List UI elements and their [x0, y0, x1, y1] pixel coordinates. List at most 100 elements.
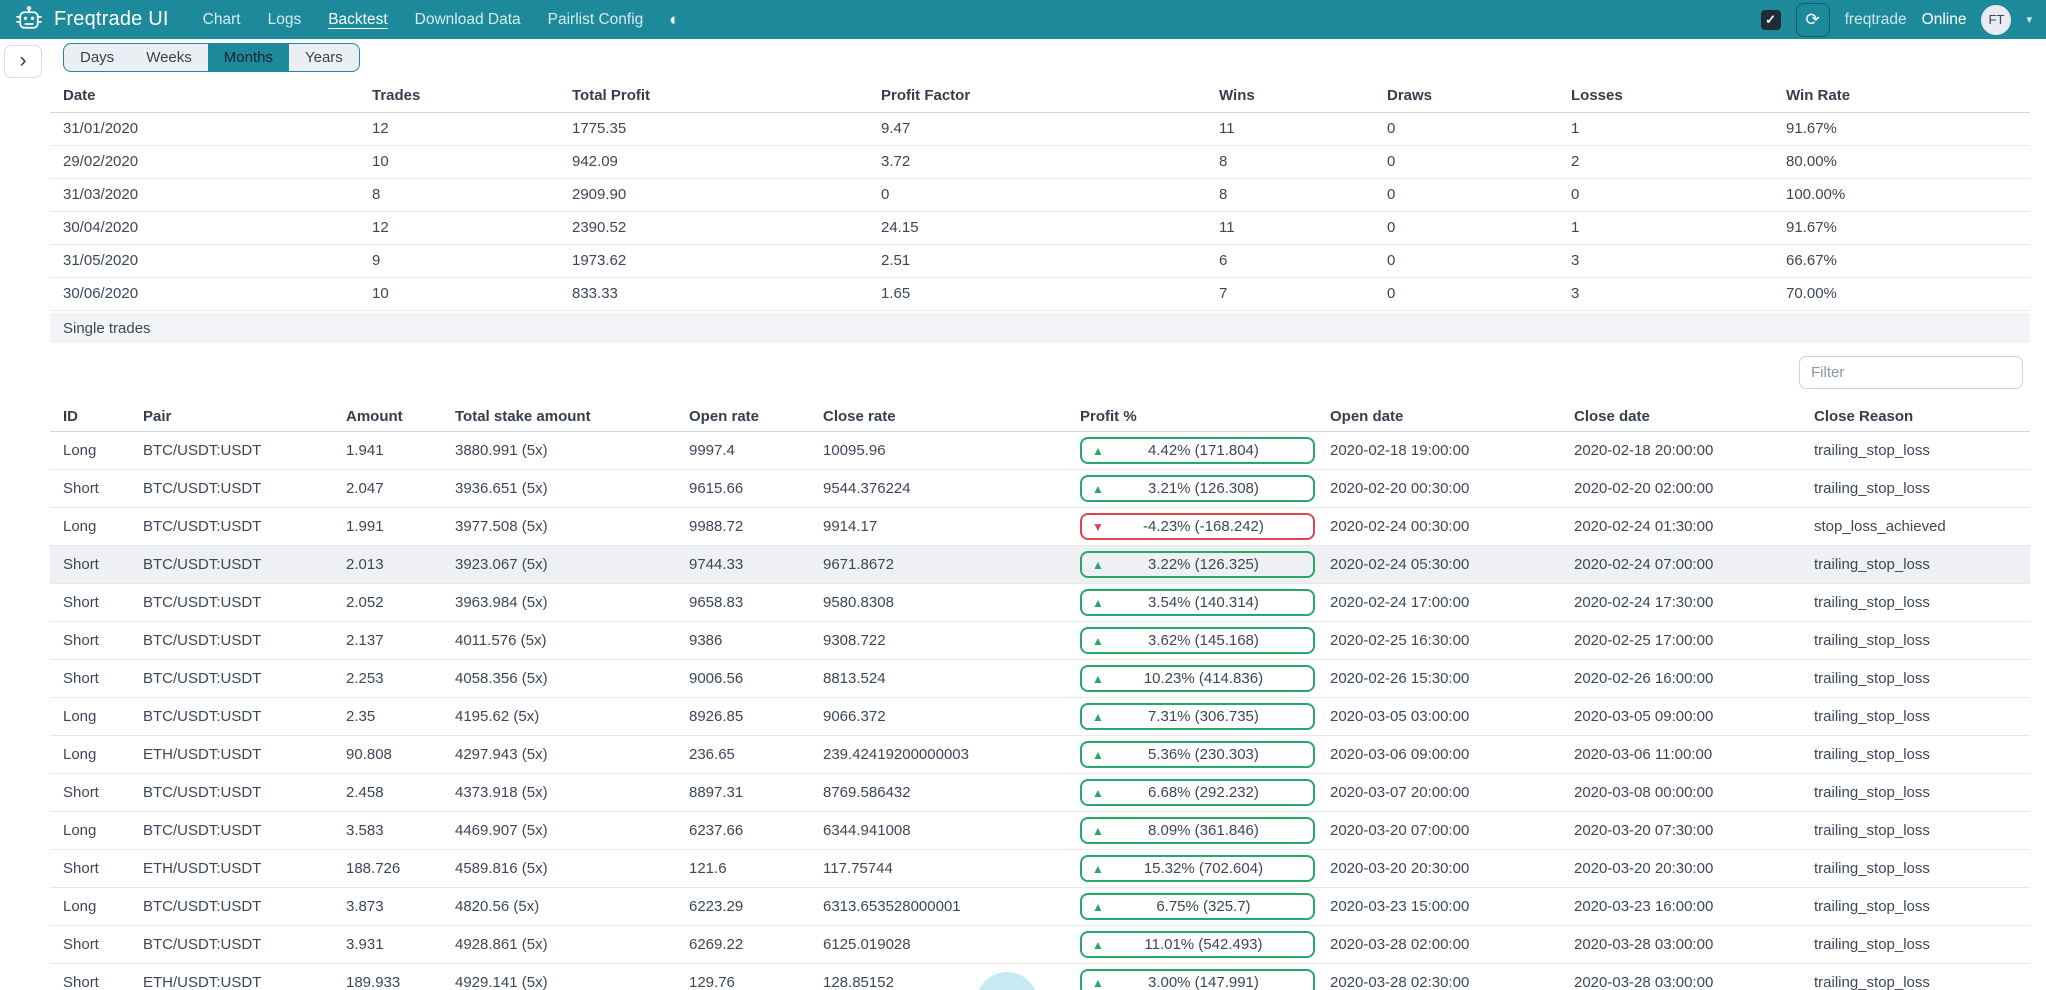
- cell: 2020-03-06 09:00:00: [1317, 736, 1561, 774]
- col-profit-%[interactable]: Profit %: [1067, 402, 1317, 432]
- col-trades[interactable]: Trades: [359, 80, 559, 113]
- col-total-stake-amount[interactable]: Total stake amount: [442, 402, 676, 432]
- nav-backtest[interactable]: Backtest: [328, 11, 387, 29]
- theme-toggle-icon[interactable]: ◐: [669, 11, 679, 28]
- brand-title[interactable]: Freqtrade UI: [54, 8, 169, 31]
- col-wins[interactable]: Wins: [1206, 80, 1374, 113]
- trade-row[interactable]: ShortETH/USDT:USDT188.7264589.816 (5x)12…: [50, 850, 2030, 888]
- cell: ETH/USDT:USDT: [130, 850, 333, 888]
- summary-row[interactable]: 31/03/202082909.900800100.00%: [50, 179, 2030, 212]
- cell: 2.047: [333, 470, 442, 508]
- cell: 31/01/2020: [50, 113, 359, 146]
- nav-logs[interactable]: Logs: [268, 11, 302, 29]
- cell: 833.33: [559, 278, 868, 311]
- cell: trailing_stop_loss: [1801, 660, 2030, 698]
- cell: 8: [1206, 146, 1374, 179]
- trade-row[interactable]: LongETH/USDT:USDT90.8084297.943 (5x)236.…: [50, 736, 2030, 774]
- cell: 70.00%: [1773, 278, 2030, 311]
- cell: 2020-03-28 03:00:00: [1561, 926, 1801, 964]
- trade-row[interactable]: ShortBTC/USDT:USDT2.1374011.576 (5x)9386…: [50, 622, 2030, 660]
- trade-row[interactable]: LongBTC/USDT:USDT1.9413880.991 (5x)9997.…: [50, 432, 2030, 470]
- summary-row[interactable]: 30/04/2020122390.5224.15110191.67%: [50, 212, 2030, 245]
- col-open-date[interactable]: Open date: [1317, 402, 1561, 432]
- cell: BTC/USDT:USDT: [130, 584, 333, 622]
- cell: 3: [1558, 278, 1773, 311]
- trade-row[interactable]: ShortBTC/USDT:USDT2.2534058.356 (5x)9006…: [50, 660, 2030, 698]
- cell: 2.253: [333, 660, 442, 698]
- tab-weeks[interactable]: Weeks: [130, 44, 208, 71]
- col-close-date[interactable]: Close date: [1561, 402, 1801, 432]
- nav-download-data[interactable]: Download Data: [415, 11, 521, 29]
- col-losses[interactable]: Losses: [1558, 80, 1773, 113]
- bot-name[interactable]: freqtrade: [1845, 11, 1907, 29]
- cell: 129.76: [676, 964, 810, 990]
- autorefresh-checkbox[interactable]: ✓: [1761, 10, 1781, 30]
- profit-badge: ▲11.01% (542.493): [1080, 931, 1315, 958]
- profit-badge: ▲7.31% (306.735): [1080, 703, 1315, 730]
- trade-row[interactable]: LongBTC/USDT:USDT2.354195.62 (5x)8926.85…: [50, 698, 2030, 736]
- nav-chart[interactable]: Chart: [203, 11, 241, 29]
- cell: 0: [1374, 278, 1558, 311]
- cell: 1973.62: [559, 245, 868, 278]
- reload-button[interactable]: ⟳: [1796, 3, 1830, 37]
- col-total-profit[interactable]: Total Profit: [559, 80, 868, 113]
- trade-row[interactable]: ShortBTC/USDT:USDT2.0523963.984 (5x)9658…: [50, 584, 2030, 622]
- chevron-down-icon[interactable]: ▾: [2026, 13, 2032, 26]
- trade-row[interactable]: ShortBTC/USDT:USDT2.0473936.651 (5x)9615…: [50, 470, 2030, 508]
- single-trades-section-header[interactable]: Single trades: [50, 313, 2030, 343]
- cell: Short: [50, 660, 130, 698]
- col-date[interactable]: Date: [50, 80, 359, 113]
- avatar[interactable]: FT: [1981, 5, 2011, 35]
- nav-pairlist-config[interactable]: Pairlist Config: [548, 11, 644, 29]
- triangle-up-icon: ▲: [1092, 559, 1104, 571]
- col-profit-factor[interactable]: Profit Factor: [868, 80, 1206, 113]
- cell: 9744.33: [676, 546, 810, 584]
- cell: 80.00%: [1773, 146, 2030, 179]
- filter-input[interactable]: [1799, 356, 2023, 389]
- col-close-rate[interactable]: Close rate: [810, 402, 1067, 432]
- cell: 4589.816 (5x): [442, 850, 676, 888]
- col-win-rate[interactable]: Win Rate: [1773, 80, 2030, 113]
- cell: 4928.861 (5x): [442, 926, 676, 964]
- main-nav: Chart Logs Backtest Download Data Pairlist C…: [203, 11, 644, 29]
- summary-row[interactable]: 31/01/2020121775.359.47110191.67%: [50, 113, 2030, 146]
- summary-row[interactable]: 30/06/202010833.331.6570370.00%: [50, 278, 2030, 311]
- cell: 8: [359, 179, 559, 212]
- profit-value: 5.36% (230.303): [1104, 747, 1303, 763]
- col-pair[interactable]: Pair: [130, 402, 333, 432]
- summary-row[interactable]: 31/05/202091973.622.5160366.67%: [50, 245, 2030, 278]
- trade-row[interactable]: ShortETH/USDT:USDT189.9334929.141 (5x)12…: [50, 964, 2030, 990]
- tab-months[interactable]: Months: [208, 44, 289, 71]
- cell: Short: [50, 622, 130, 660]
- cell: BTC/USDT:USDT: [130, 432, 333, 470]
- tab-years[interactable]: Years: [289, 44, 359, 71]
- profit-badge: ▲5.36% (230.303): [1080, 741, 1315, 768]
- cell: 10: [359, 146, 559, 179]
- trade-row[interactable]: ShortBTC/USDT:USDT2.4584373.918 (5x)8897…: [50, 774, 2030, 812]
- profit-value: 6.75% (325.7): [1104, 899, 1303, 915]
- cell: 30/04/2020: [50, 212, 359, 245]
- col-open-rate[interactable]: Open rate: [676, 402, 810, 432]
- cell: ETH/USDT:USDT: [130, 736, 333, 774]
- summary-row[interactable]: 29/02/202010942.093.7280280.00%: [50, 146, 2030, 179]
- cell: 2020-02-18 20:00:00: [1561, 432, 1801, 470]
- trade-row[interactable]: LongBTC/USDT:USDT1.9913977.508 (5x)9988.…: [50, 508, 2030, 546]
- col-close-reason[interactable]: Close Reason: [1801, 402, 2030, 432]
- cell: 0: [868, 179, 1206, 212]
- tab-days[interactable]: Days: [64, 44, 130, 71]
- trade-row[interactable]: LongBTC/USDT:USDT3.8734820.56 (5x)6223.2…: [50, 888, 2030, 926]
- trade-row[interactable]: ShortBTC/USDT:USDT3.9314928.861 (5x)6269…: [50, 926, 2030, 964]
- sidebar-expander-button[interactable]: ›: [4, 45, 42, 78]
- col-amount[interactable]: Amount: [333, 402, 442, 432]
- cell: 9671.8672: [810, 546, 1067, 584]
- col-draws[interactable]: Draws: [1374, 80, 1558, 113]
- trade-row[interactable]: LongBTC/USDT:USDT3.5834469.907 (5x)6237.…: [50, 812, 2030, 850]
- cell: 9997.4: [676, 432, 810, 470]
- col-id[interactable]: ID: [50, 402, 130, 432]
- profit-value: 7.31% (306.735): [1104, 709, 1303, 725]
- profit-cell: ▲10.23% (414.836): [1067, 660, 1317, 698]
- trade-row[interactable]: ShortBTC/USDT:USDT2.0133923.067 (5x)9744…: [50, 546, 2030, 584]
- triangle-up-icon: ▲: [1092, 711, 1104, 723]
- cell: 31/03/2020: [50, 179, 359, 212]
- profit-cell: ▲6.75% (325.7): [1067, 888, 1317, 926]
